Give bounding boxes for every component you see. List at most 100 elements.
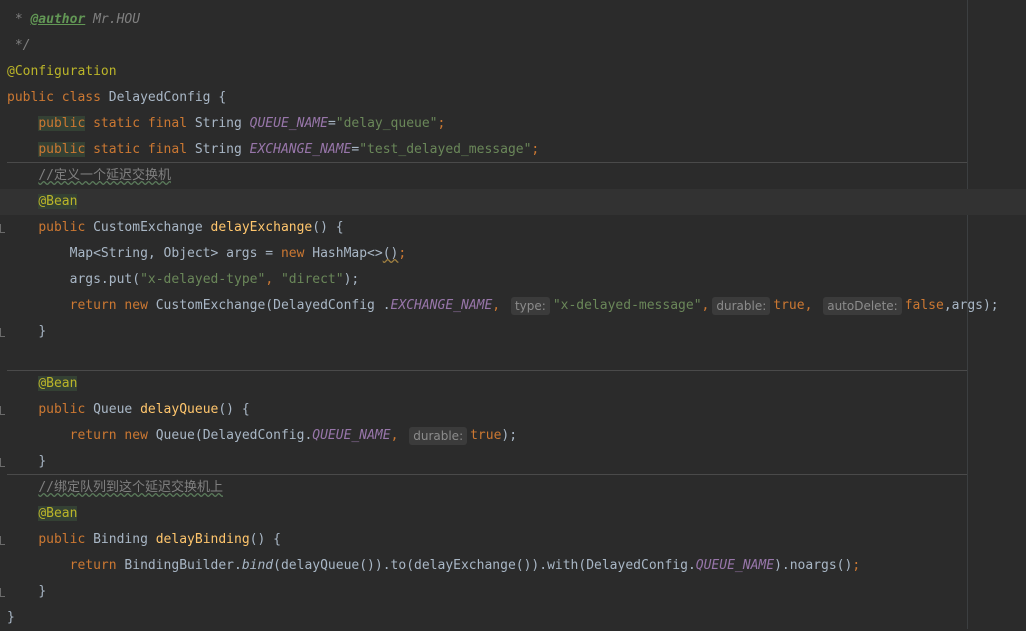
code-text: Queue(DelayedConfig.	[147, 428, 313, 443]
code-text: BindingBuilder.	[116, 558, 242, 573]
punctuation: ,	[390, 428, 407, 443]
code-line-24[interactable]: }	[0, 605, 1026, 631]
code-line-7[interactable]: //定义一个延迟交换机	[0, 163, 1026, 189]
code-line-16[interactable]: public Queue delayQueue() {	[0, 397, 1026, 423]
keyword: new	[280, 246, 305, 261]
line-comment: //定义一个延迟交换机	[38, 168, 171, 183]
code-line-8-current[interactable]: @Bean	[0, 189, 1026, 215]
fold-marker-icon[interactable]	[0, 406, 5, 415]
code-line-15[interactable]: @Bean	[0, 371, 1026, 397]
type-name: Binding	[85, 532, 156, 547]
code-line-5[interactable]: public static final String QUEUE_NAME="d…	[0, 111, 1026, 137]
keyword: static final	[85, 142, 195, 157]
code-line-1[interactable]: * @author Mr.HOU	[0, 7, 1026, 33]
javadoc-author-tag: @author	[30, 12, 86, 27]
keyword: return	[69, 558, 117, 573]
comment-text: *	[7, 12, 31, 27]
code-line-22[interactable]: return BindingBuilder.bind(delayQueue())…	[0, 553, 1026, 579]
code-line-2[interactable]: */	[0, 33, 1026, 59]
code-line-17[interactable]: return new Queue(DelayedConfig.QUEUE_NAM…	[0, 423, 1026, 449]
code-line-4[interactable]: public class DelayedConfig {	[0, 85, 1026, 111]
static-method: bind	[241, 558, 274, 573]
keyword: public	[38, 532, 86, 547]
fold-marker-icon[interactable]	[0, 224, 5, 233]
semicolon: ;	[437, 116, 446, 131]
semicolon: ;	[852, 558, 861, 573]
method-name: delayExchange	[210, 220, 313, 235]
keyword: public	[7, 90, 54, 105]
parameter-hint: autoDelete:	[823, 296, 902, 315]
line-comment: //绑定队列到这个延迟交换机上	[38, 480, 223, 495]
boolean-literal: true	[773, 298, 805, 313]
code-editor[interactable]: * @author Mr.HOU */ @Configuration publi…	[0, 0, 1026, 629]
code-line-23[interactable]: }	[0, 579, 1026, 605]
punctuation: ,	[804, 298, 821, 313]
code-text: ,args);	[943, 298, 999, 313]
type-name: String	[194, 116, 250, 131]
keyword: public	[38, 220, 86, 235]
code-line-12[interactable]: return new CustomExchange(DelayedConfig …	[0, 293, 1026, 319]
class-name: DelayedConfig {	[108, 90, 227, 105]
bean-annotation: @Bean	[38, 506, 78, 521]
keyword-highlighted: public	[38, 116, 86, 131]
fold-marker-icon[interactable]	[0, 536, 5, 545]
closing-brace: }	[38, 454, 47, 469]
fold-marker-icon[interactable]	[0, 328, 5, 337]
bean-annotation: @Bean	[38, 376, 78, 391]
constant-name: QUEUE_NAME	[695, 558, 775, 573]
string-literal: "x-delayed-message"	[552, 298, 702, 313]
punctuation: ,	[701, 298, 710, 313]
comment-close: */	[7, 38, 31, 53]
constant-name: QUEUE_NAME	[249, 116, 328, 131]
keyword: class	[53, 90, 109, 105]
keyword: new	[116, 428, 148, 443]
keyword: static final	[85, 116, 195, 131]
method-name: delayBinding	[155, 532, 250, 547]
code-text: Map<String, Object> args =	[69, 246, 281, 261]
operator: =	[327, 116, 336, 131]
parameter-hint: type:	[510, 296, 550, 315]
string-literal: "direct"	[280, 272, 344, 287]
bean-annotation: @Bean	[38, 194, 78, 209]
boolean-literal: false	[904, 298, 944, 313]
code-line-3[interactable]: @Configuration	[0, 59, 1026, 85]
code-text: (delayQueue()).to(delayExchange()).with(…	[273, 558, 696, 573]
code-line-6[interactable]: public static final String EXCHANGE_NAME…	[0, 137, 1026, 163]
punctuation: );	[343, 272, 360, 287]
closing-brace: }	[7, 610, 15, 625]
code-line-9[interactable]: public CustomExchange delayExchange() {	[0, 215, 1026, 241]
type-name: String	[194, 142, 250, 157]
punctuation: () {	[249, 532, 281, 547]
code-line-10[interactable]: Map<String, Object> args = new HashMap<>…	[0, 241, 1026, 267]
string-literal: "x-delayed-type"	[140, 272, 266, 287]
constant-name: QUEUE_NAME	[312, 428, 391, 443]
keyword: new	[116, 298, 148, 313]
code-text: ).noargs()	[774, 558, 853, 573]
code-line-14[interactable]	[0, 345, 1026, 371]
keyword-highlighted: public	[38, 142, 86, 157]
code-lines[interactable]: * @author Mr.HOU */ @Configuration publi…	[0, 7, 1026, 631]
code-text: args.put(	[69, 272, 141, 287]
boolean-literal: true	[470, 428, 502, 443]
string-literal: "delay_queue"	[335, 116, 438, 131]
fold-marker-icon[interactable]	[0, 588, 5, 597]
semicolon: ;	[398, 246, 407, 261]
code-line-20[interactable]: @Bean	[0, 501, 1026, 527]
configuration-annotation: @Configuration	[7, 64, 117, 79]
code-line-11[interactable]: args.put("x-delayed-type", "direct");	[0, 267, 1026, 293]
parameter-hint: durable:	[409, 426, 468, 445]
closing-brace: }	[38, 324, 47, 339]
code-line-19[interactable]: //绑定队列到这个延迟交换机上	[0, 475, 1026, 501]
method-name: delayQueue	[140, 402, 219, 417]
type-name: CustomExchange	[85, 220, 211, 235]
keyword: return	[69, 428, 117, 443]
parameter-hint: durable:	[712, 296, 771, 315]
keyword: return	[69, 298, 117, 313]
code-line-21[interactable]: public Binding delayBinding() {	[0, 527, 1026, 553]
constant-name: EXCHANGE_NAME	[390, 298, 493, 313]
code-line-18[interactable]: }	[0, 449, 1026, 475]
punctuation: ,	[265, 272, 281, 287]
code-line-13[interactable]: }	[0, 319, 1026, 345]
code-text: HashMap<>	[304, 246, 383, 261]
fold-marker-icon[interactable]	[0, 458, 5, 467]
